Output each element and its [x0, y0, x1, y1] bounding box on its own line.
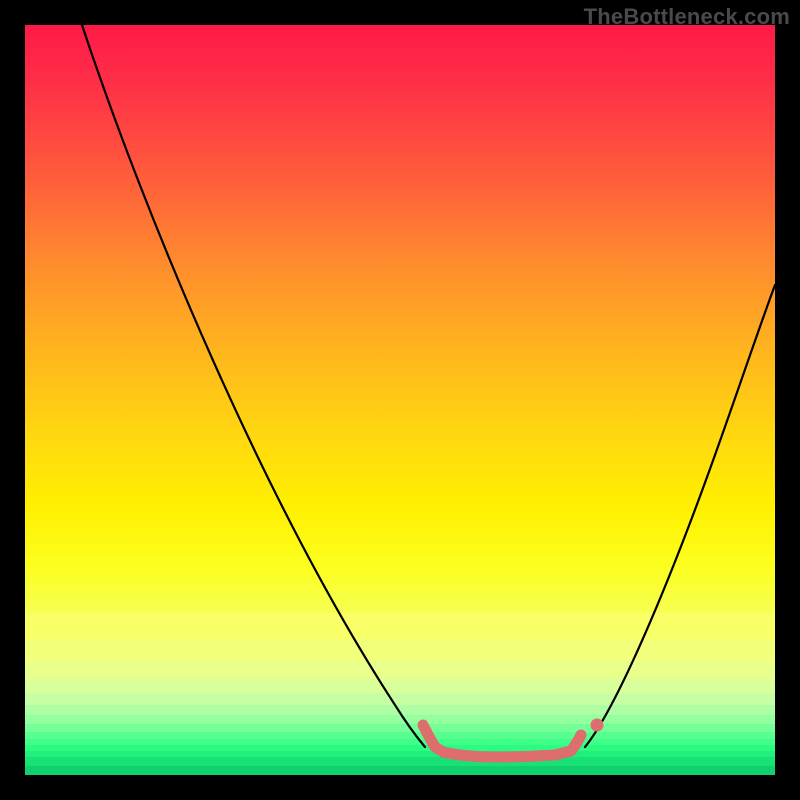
marker-dot	[591, 719, 604, 732]
plot-area	[25, 25, 775, 775]
right-curve	[585, 285, 775, 747]
bottleneck-curves	[25, 25, 775, 775]
flat-bottom-segment	[423, 725, 581, 757]
watermark-text: TheBottleneck.com	[584, 4, 790, 30]
left-curve	[82, 25, 425, 747]
chart-frame: TheBottleneck.com	[0, 0, 800, 800]
